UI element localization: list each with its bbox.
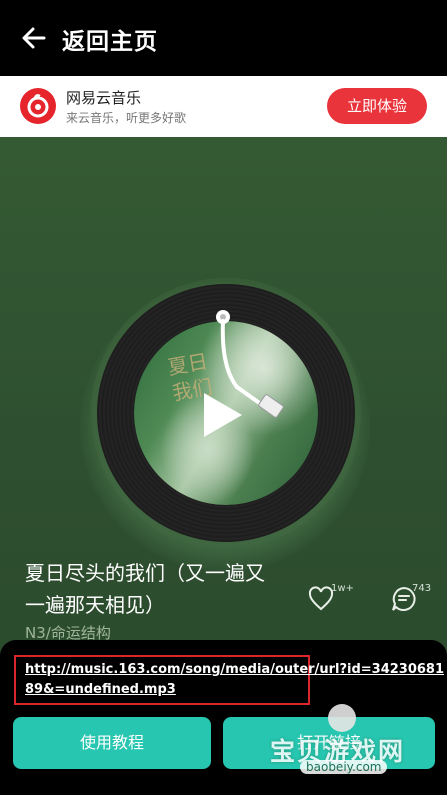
top-bar: 返回主页 (0, 0, 447, 76)
try-now-button[interactable]: 立即体验 (327, 88, 427, 124)
page-title: 返回主页 (62, 29, 158, 55)
tutorial-button[interactable]: 使用教程 (13, 717, 211, 769)
banner-subtitle: 来云音乐，听更多好歌 (66, 111, 187, 125)
netease-cloud-music-icon (20, 88, 56, 124)
arrow-left-icon[interactable] (20, 24, 48, 52)
open-link-button[interactable]: 打开链接 (223, 717, 435, 769)
app-banner: 网易云音乐 来云音乐，听更多好歌 立即体验 (0, 76, 447, 138)
comment-count: 743 (412, 583, 432, 594)
bottom-sheet: http://music.163.com/song/media/outer/ur… (0, 640, 447, 795)
song-title: 夏日尽头的我们（又一遍又一遍那天相见） (25, 561, 265, 617)
song-url-link[interactable]: http://music.163.com/song/media/outer/ur… (25, 660, 445, 700)
tonearm (216, 310, 284, 418)
like-count: 1w+ (331, 583, 354, 594)
banner-title: 网易云音乐 (66, 89, 142, 107)
